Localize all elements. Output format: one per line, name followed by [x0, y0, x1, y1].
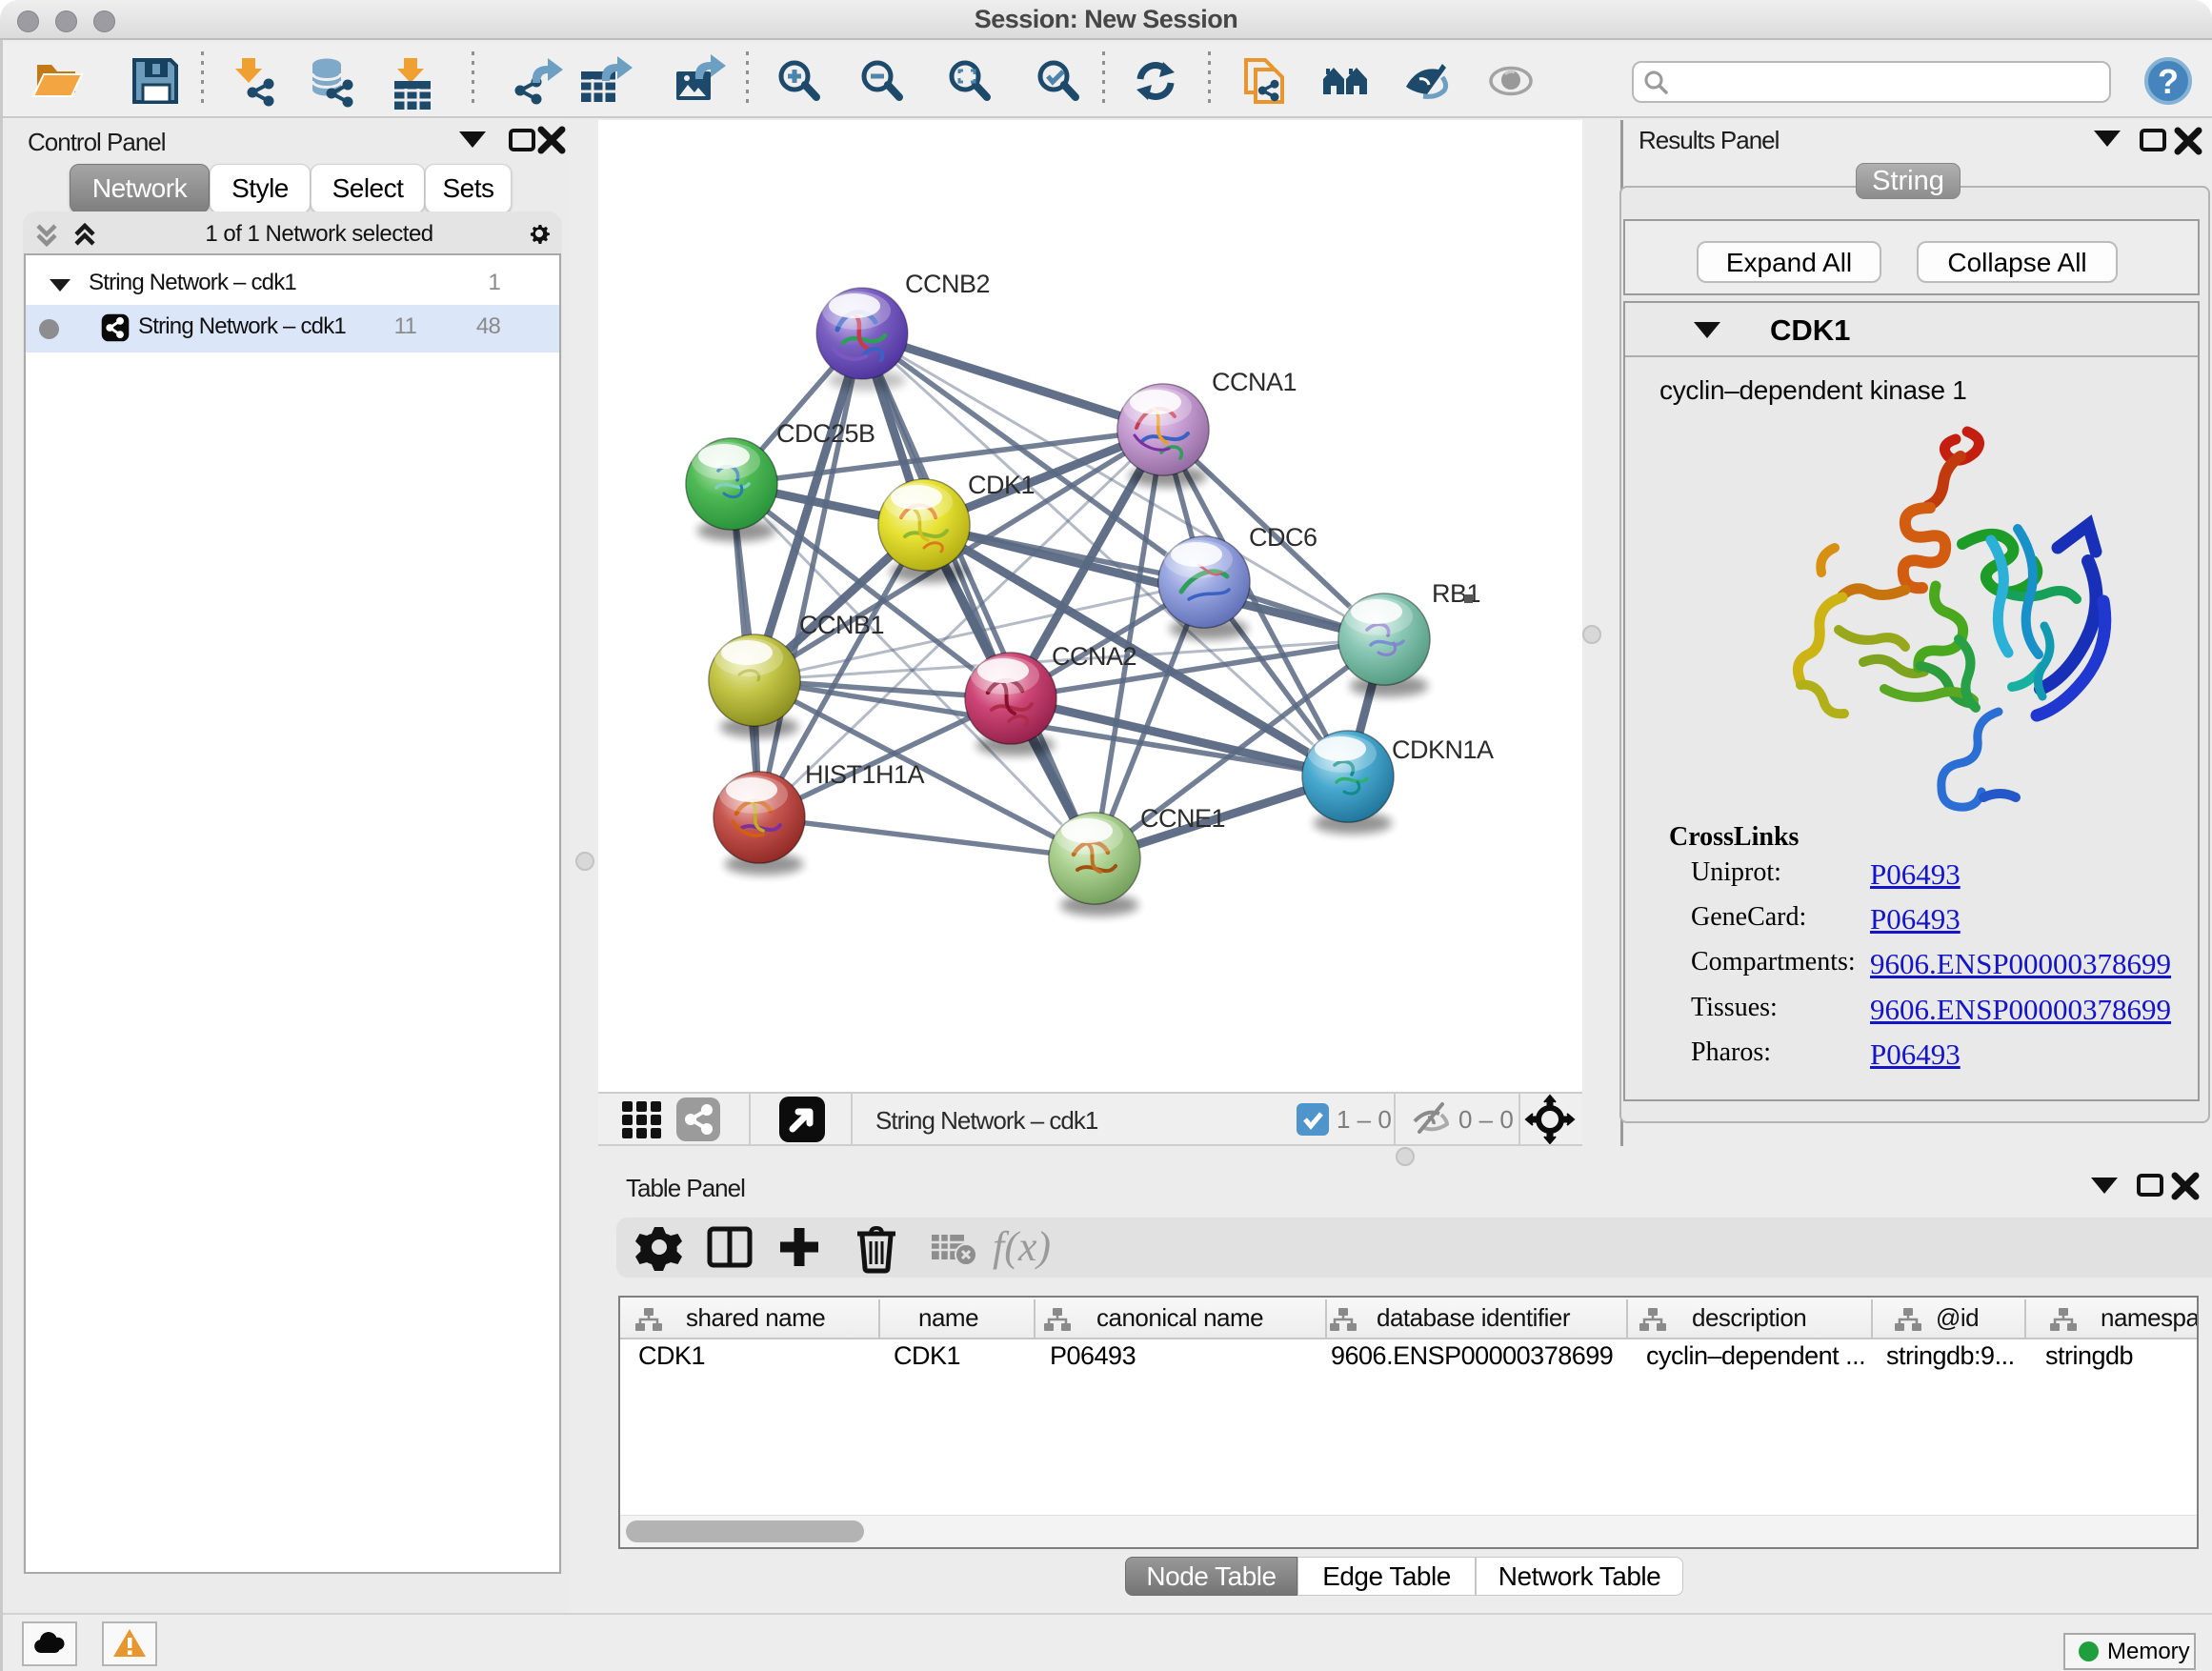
svg-text:String Network – cdk1: String Network – cdk1: [875, 1106, 1098, 1135]
svg-text:CDC25B: CDC25B: [776, 419, 875, 448]
svg-text:CDKN1A: CDKN1A: [1392, 735, 1494, 764]
svg-text:0 – 0: 0 – 0: [1458, 1105, 1514, 1134]
svg-text:CCNB1: CCNB1: [799, 611, 884, 639]
svg-text:RB1: RB1: [1432, 579, 1480, 608]
svg-text:CCNB2: CCNB2: [905, 270, 990, 298]
svg-text:CDK1: CDK1: [968, 471, 1035, 499]
svg-text:CCNE1: CCNE1: [1140, 804, 1225, 833]
svg-text:CCNA2: CCNA2: [1052, 642, 1136, 671]
svg-text:CCNA1: CCNA1: [1212, 368, 1297, 396]
svg-text:1 – 0: 1 – 0: [1337, 1105, 1392, 1134]
svg-text:f(x): f(x): [993, 1223, 1051, 1270]
svg-text:?: ?: [2158, 62, 2179, 101]
svg-text:CDC6: CDC6: [1249, 523, 1317, 552]
svg-text:HIST1H1A: HIST1H1A: [805, 760, 925, 789]
